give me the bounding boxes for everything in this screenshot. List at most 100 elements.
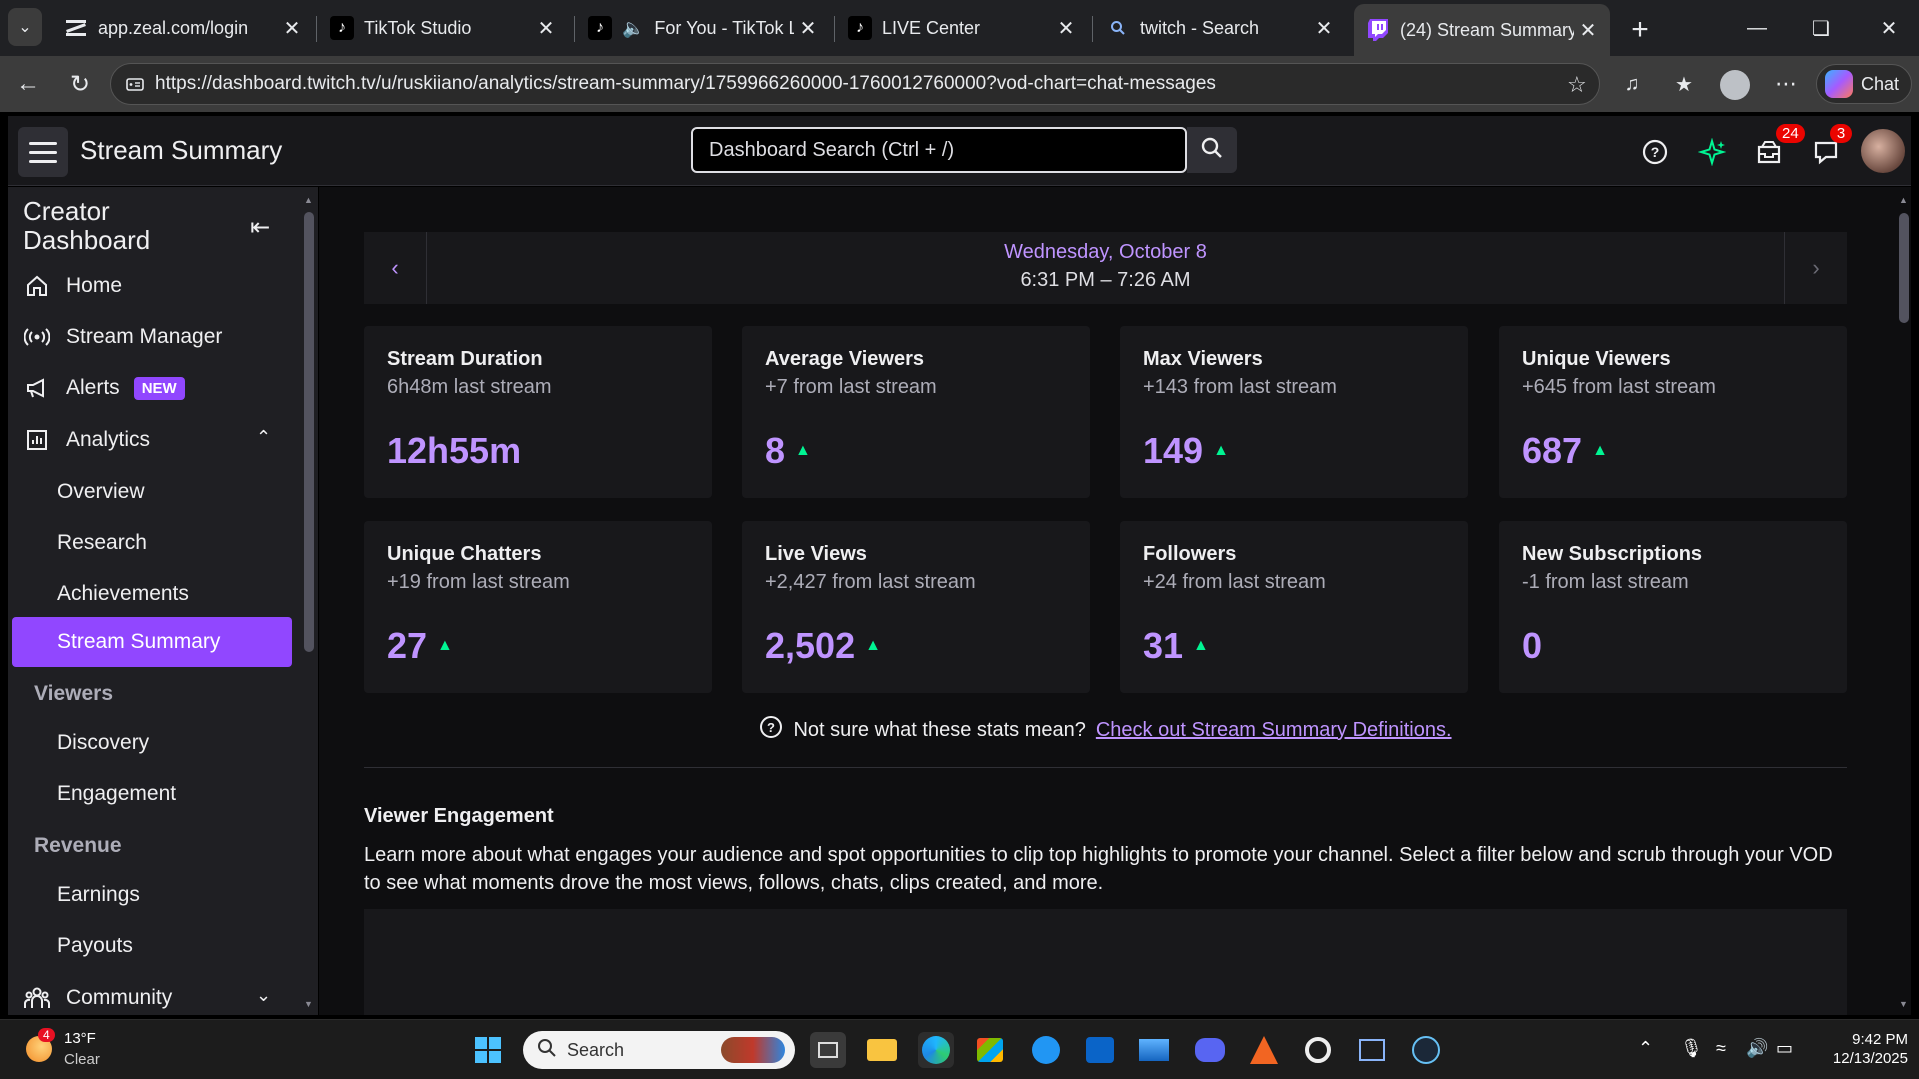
steam-icon[interactable] [1408,1032,1444,1068]
tray-overflow-icon[interactable]: ⌃ [1638,1038,1653,1059]
close-icon[interactable]: ✕ [794,14,822,42]
sidebar-item-discovery[interactable]: Discovery [12,718,292,768]
stat-value: 12h55m [387,430,522,471]
sidebar-heading: Creator Dashboard [23,196,151,255]
stat-comparison: 6h48m last stream [387,376,552,398]
battery-icon[interactable]: ▭ [1776,1038,1793,1059]
outlook-icon[interactable] [1082,1032,1118,1068]
close-icon[interactable]: ✕ [278,14,306,42]
creator-dashboard-sidebar: Creator Dashboard ⇤ Home Stream Manager … [8,187,318,1015]
media-icon[interactable]: ♫ [1614,66,1650,102]
speaker-icon[interactable]: 🔈 [622,18,644,39]
close-icon[interactable]: ✕ [1052,14,1080,42]
app-icon[interactable] [1246,1032,1282,1068]
scroll-up-icon[interactable]: ▲ [1899,195,1908,205]
chevron-down-icon[interactable]: ⌄ [256,985,271,1006]
weather-widget[interactable]: 4 [22,1028,56,1066]
browser-tab[interactable]: ♪ LIVE Center ✕ [836,6,1088,50]
discord-icon[interactable] [1192,1032,1228,1068]
sidebar-item-alerts[interactable]: Alerts NEW [8,363,298,413]
stat-title: Live Views [765,543,867,565]
url-field[interactable]: https://dashboard.twitch.tv/u/ruskiiano/… [110,63,1600,105]
search-icon [1200,136,1224,165]
tab-actions-button[interactable]: ⌄ [8,8,42,46]
browser-tab[interactable]: ♪ 🔈 For You - TikTok LIVE ✕ [576,6,830,50]
tab-title: LIVE Center [882,17,981,38]
microphone-icon[interactable]: 🎙 [1680,1038,1703,1059]
sidebar-scrollbar[interactable] [304,212,314,652]
obs-icon[interactable] [1300,1032,1336,1068]
viewer-engagement-chart-area[interactable] [364,909,1847,1015]
avatar[interactable] [1861,129,1905,173]
close-icon[interactable]: ✕ [1574,16,1602,44]
dashboard-search-input[interactable]: Dashboard Search (Ctrl + /) [691,127,1187,173]
megaphone-icon [22,376,52,400]
weather-app-icon[interactable] [1028,1032,1064,1068]
sidebar-item-home[interactable]: Home [8,261,298,311]
photos-icon[interactable] [1136,1032,1172,1068]
stat-comparison: +645 from last stream [1522,376,1716,398]
profile-icon[interactable] [1720,70,1750,100]
close-window-button[interactable]: ✕ [1864,10,1914,46]
sidebar-item-engagement[interactable]: Engagement [12,769,292,819]
close-icon[interactable]: ✕ [1310,14,1338,42]
tab-title: For You - TikTok LIVE [654,17,794,38]
collapse-sidebar-icon[interactable]: ⇤ [250,213,270,242]
viewer-engagement-description: Learn more about what engages your audie… [364,844,1833,894]
window-app-icon[interactable] [1354,1032,1390,1068]
file-explorer-icon[interactable] [864,1032,900,1068]
weather-condition: Clear [64,1051,100,1068]
task-view-icon[interactable] [810,1032,846,1068]
sidebar-item-research[interactable]: Research [12,518,292,568]
sparkle-icon[interactable] [1692,132,1732,172]
sidebar-item-community[interactable]: Community [8,973,298,1015]
sidebar-item-stream-manager[interactable]: Stream Manager [8,312,298,362]
sidebar-item-label: Analytics [66,428,151,451]
close-icon[interactable]: ✕ [532,14,560,42]
browser-tab[interactable]: app.zeal.com/login ✕ [52,6,314,50]
main-scrollbar[interactable] [1899,213,1909,323]
favorites-icon[interactable]: ★ [1666,66,1702,102]
windows-start-icon[interactable] [470,1032,506,1068]
search-highlight-icon [721,1037,785,1063]
minimize-button[interactable]: — [1732,10,1782,46]
new-tab-button[interactable]: + [1622,12,1658,48]
wifi-icon[interactable]: ≈ [1716,1038,1726,1059]
scroll-down-icon[interactable]: ▼ [304,999,313,1009]
community-icon [22,986,52,1010]
copilot-chat-button[interactable]: Chat [1816,64,1912,104]
restore-button[interactable]: ❏ [1796,10,1846,46]
stream-summary-main: ‹ Wednesday, October 8 6:31 PM – 7:26 AM… [319,187,1911,1015]
taskbar-search-box[interactable]: Search [523,1031,795,1069]
definitions-link[interactable]: Check out Stream Summary Definitions. [1096,719,1452,742]
chevron-up-icon[interactable]: ⌃ [256,427,271,448]
stat-title: Unique Chatters [387,543,542,565]
scroll-up-icon[interactable]: ▲ [304,195,313,205]
volume-icon[interactable]: 🔊 [1746,1038,1768,1059]
scroll-down-icon[interactable]: ▼ [1899,999,1908,1009]
trend-up-icon: ▲ [1592,442,1608,459]
sidebar-item-analytics[interactable]: Analytics [8,415,298,465]
more-menu-icon[interactable]: ⋯ [1768,66,1804,102]
sidebar-item-payouts[interactable]: Payouts [12,921,292,971]
search-button[interactable] [1187,127,1237,173]
svg-text:?: ? [1651,144,1660,160]
edge-browser-icon[interactable] [918,1032,954,1068]
browser-tab-active[interactable]: (24) Stream Summary - Twitch ✕ [1354,4,1610,56]
stat-title: Max Viewers [1143,348,1263,370]
sidebar-item-achievements[interactable]: Achievements [12,569,292,619]
sidebar-item-overview[interactable]: Overview [12,467,292,517]
hamburger-menu-button[interactable] [18,127,68,177]
sidebar-item-earnings[interactable]: Earnings [12,870,292,920]
browser-tab[interactable]: ♪ TikTok Studio ✕ [318,6,568,50]
sidebar-item-stream-summary[interactable]: Stream Summary [12,617,292,667]
refresh-button[interactable]: ↻ [62,66,98,102]
microsoft-store-icon[interactable] [972,1032,1008,1068]
help-icon[interactable]: ? [1635,132,1675,172]
back-button[interactable]: ← [10,66,46,102]
system-clock[interactable]: 9:42 PM 12/13/2025 [1812,1030,1908,1068]
next-stream-button[interactable]: › [1784,232,1847,304]
browser-tab[interactable]: twitch - Search ✕ [1094,6,1346,50]
favorite-star-icon[interactable]: ☆ [1567,72,1587,98]
lock-icon[interactable] [125,74,145,94]
